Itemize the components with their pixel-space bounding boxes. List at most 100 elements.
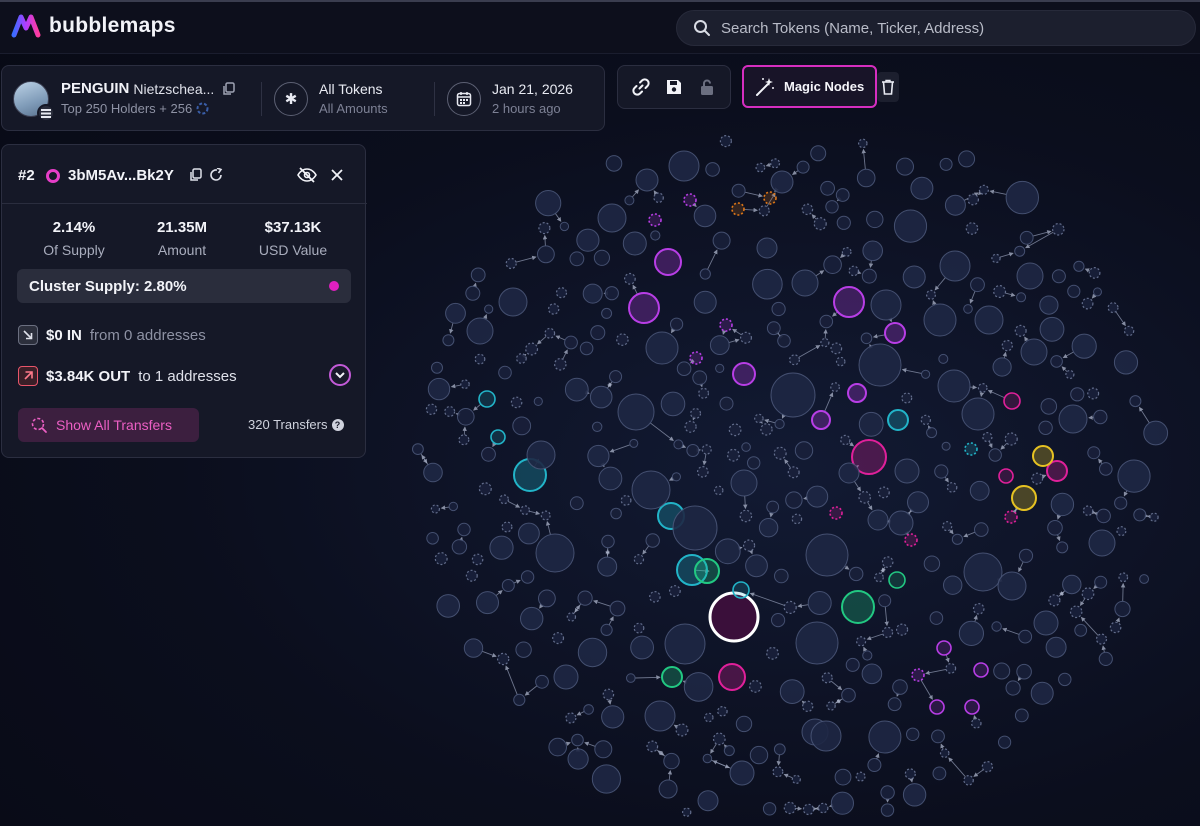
holder-bubble[interactable] (939, 748, 950, 758)
holder-bubble[interactable] (598, 466, 623, 491)
show-all-transfers-button[interactable]: Show All Transfers (18, 408, 199, 442)
holder-bubble[interactable] (646, 740, 659, 753)
holder-bubble[interactable] (697, 790, 719, 812)
holder-bubble[interactable] (969, 480, 990, 501)
holder-bubble[interactable] (884, 322, 906, 344)
holder-bubble[interactable] (571, 733, 584, 747)
holder-bubble[interactable] (675, 723, 689, 737)
copy-address-button[interactable] (187, 166, 205, 184)
holder-bubble[interactable] (820, 338, 830, 348)
holder-bubble[interactable] (471, 553, 484, 566)
holder-bubble[interactable] (887, 697, 902, 712)
copy-icon[interactable] (222, 81, 236, 96)
holder-bubble[interactable] (590, 325, 606, 341)
holder-bubble[interactable] (664, 623, 706, 665)
holder-bubble[interactable] (1081, 587, 1095, 601)
holder-bubble[interactable] (755, 162, 766, 173)
holder-bubble[interactable] (624, 272, 636, 285)
holder-bubble[interactable] (821, 672, 833, 684)
holder-bubble[interactable] (501, 521, 513, 533)
holder-bubble[interactable] (672, 505, 718, 551)
holder-bubble[interactable] (457, 408, 475, 426)
holder-bubble[interactable] (888, 510, 914, 536)
holder-bubble[interactable] (635, 168, 659, 192)
holder-bubble[interactable] (597, 556, 618, 577)
holder-bubble[interactable] (645, 331, 679, 365)
holder-bubble[interactable] (965, 222, 979, 235)
holder-bubble[interactable] (466, 317, 494, 345)
close-panel-button[interactable] (328, 166, 346, 184)
holder-bubble[interactable] (692, 370, 708, 386)
holder-bubble[interactable] (518, 522, 540, 545)
holder-bubble[interactable] (714, 538, 741, 565)
holder-bubble[interactable] (1058, 672, 1072, 687)
calendar-icon[interactable] (447, 82, 481, 116)
holder-bubble[interactable] (802, 803, 815, 816)
holder-bubble[interactable] (425, 403, 438, 415)
holder-bubble[interactable] (553, 357, 567, 371)
holder-bubble[interactable] (731, 183, 746, 198)
holder-bubble[interactable] (717, 705, 728, 717)
holder-bubble[interactable] (730, 469, 758, 497)
holder-bubble[interactable] (893, 209, 928, 243)
holder-bubble[interactable] (739, 509, 753, 523)
holder-bubble[interactable] (431, 361, 443, 374)
holder-bubble[interactable] (1016, 663, 1032, 680)
holder-bubble[interactable] (772, 766, 784, 778)
holder-bubble[interactable] (946, 482, 958, 493)
holder-bubble[interactable] (1005, 180, 1039, 215)
holder-bubble[interactable] (564, 335, 578, 350)
holder-bubble[interactable] (719, 396, 734, 411)
holder-bubble[interactable] (712, 732, 726, 746)
holder-bubble[interactable] (1143, 420, 1169, 446)
holder-bubble[interactable] (1030, 681, 1054, 705)
holder-bubble[interactable] (1123, 325, 1135, 337)
holder-bubble[interactable] (525, 342, 539, 356)
holder-bubble[interactable] (836, 215, 851, 230)
holder-bubble[interactable] (577, 590, 593, 606)
holder-bubble[interactable] (849, 566, 864, 582)
holder-bubble[interactable] (1014, 708, 1029, 723)
holder-bubble[interactable] (945, 663, 957, 674)
holder-bubble[interactable] (617, 393, 655, 431)
holder-bubble[interactable] (758, 205, 770, 217)
holder-bubble[interactable] (605, 155, 623, 172)
holder-bubble[interactable] (683, 672, 714, 702)
holder-bubble[interactable] (977, 383, 988, 393)
holder-bubble[interactable] (963, 304, 973, 314)
holder-bubble[interactable] (1011, 485, 1037, 511)
holder-bubble[interactable] (620, 495, 632, 506)
holder-bubble[interactable] (858, 490, 871, 504)
expand-outflow-button[interactable] (329, 364, 351, 386)
holder-bubble[interactable] (791, 513, 803, 525)
holder-bubble[interactable] (961, 397, 995, 431)
holder-bubble[interactable] (773, 743, 786, 756)
holder-bubbles[interactable] (412, 135, 1169, 817)
holder-bubble[interactable] (783, 600, 797, 615)
holder-bubble[interactable] (609, 370, 623, 384)
holder-bubble[interactable] (745, 554, 768, 578)
holder-bubble[interactable] (992, 357, 1012, 377)
holder-bubble[interactable] (771, 301, 786, 317)
holder-bubble[interactable] (577, 637, 608, 668)
holder-bubble[interactable] (463, 638, 484, 658)
holder-bubble[interactable] (630, 635, 654, 660)
snapshot-date[interactable]: Jan 21, 2026 (492, 81, 573, 97)
holder-bubble[interactable] (515, 641, 532, 658)
holder-bubble[interactable] (862, 650, 873, 661)
holder-bubble[interactable] (597, 203, 627, 233)
holder-bubble[interactable] (783, 801, 797, 815)
holder-bubble[interactable] (458, 434, 470, 446)
holder-bubble[interactable] (544, 327, 556, 339)
holder-bubble[interactable] (661, 666, 683, 688)
holder-bubble[interactable] (698, 387, 710, 399)
holder-bubble[interactable] (694, 558, 720, 584)
holder-bubble[interactable] (699, 268, 711, 280)
holder-bubble[interactable] (896, 157, 914, 176)
holder-bubble[interactable] (499, 494, 510, 505)
magic-nodes-button[interactable]: Magic Nodes (742, 65, 877, 108)
holder-bubble[interactable] (1094, 575, 1108, 589)
holder-bubble[interactable] (460, 379, 470, 389)
holder-bubble[interactable] (1058, 404, 1088, 434)
holder-bubble[interactable] (923, 555, 941, 572)
